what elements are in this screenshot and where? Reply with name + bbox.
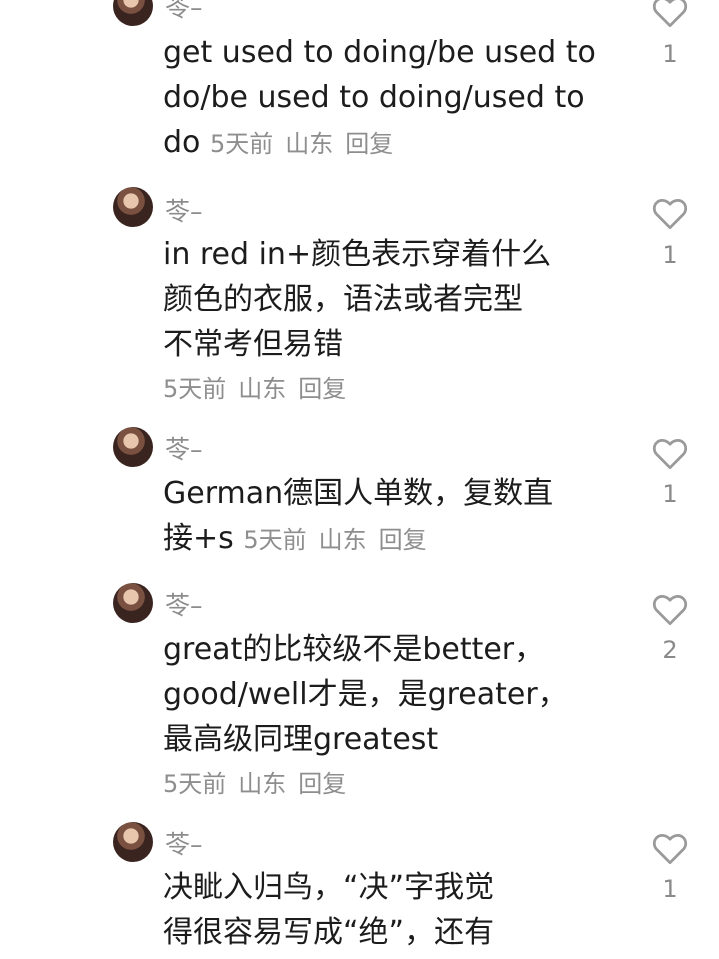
username[interactable]: 苓– xyxy=(165,430,203,466)
heart-outline-icon[interactable] xyxy=(651,196,689,230)
comment-line: get used to doing/be used to xyxy=(163,35,596,70)
comment-time: 5天前 xyxy=(243,526,307,554)
comment-line: 不常考但易错 xyxy=(163,327,343,362)
username[interactable]: 苓– xyxy=(165,825,203,861)
heart-outline-icon[interactable] xyxy=(651,831,689,865)
like-count: 1 xyxy=(662,480,678,508)
like-count: 1 xyxy=(662,875,678,903)
reply-button[interactable]: 回复 xyxy=(298,770,346,798)
comment-location: 山东 xyxy=(318,526,367,554)
comment-line: great的比较级不是better， xyxy=(163,632,545,667)
username[interactable]: 苓– xyxy=(165,0,203,24)
like-count: 2 xyxy=(662,636,678,664)
comment-meta: 5天前 山东 回复 xyxy=(163,367,608,412)
comment-location: 山东 xyxy=(238,375,287,403)
heart-outline-icon[interactable] xyxy=(651,436,689,470)
username[interactable]: 苓– xyxy=(165,192,203,228)
comment-meta: 5天前 山东 回复 xyxy=(163,762,608,807)
comment-line: 得很容易写成“绝”，还有 xyxy=(163,915,495,950)
comment-text: German德国人单数，复数直 接+s 5天前 山东 回复 xyxy=(163,471,608,563)
heart-outline-icon[interactable] xyxy=(651,592,689,626)
comment-meta: 5天前 山东 回复 xyxy=(210,130,405,158)
comment-line: German德国人单数，复数直 xyxy=(163,476,554,511)
comment-meta: 5天前 山东 回复 xyxy=(243,526,438,554)
comment-text: 决眦入归鸟，“决”字我觉 得很容易写成“绝”，还有 xyxy=(163,865,608,955)
comment-line: 决眦入归鸟，“决”字我觉 xyxy=(163,870,495,905)
comment-line: do 5天前 山东 回复 xyxy=(163,120,608,167)
comment-line: in red in+颜色表示穿着什么 xyxy=(163,237,552,272)
avatar[interactable] xyxy=(113,583,153,623)
avatar[interactable] xyxy=(113,0,153,26)
avatar[interactable] xyxy=(113,187,153,227)
comment-line: 接+s 5天前 山东 回复 xyxy=(163,516,608,563)
comment-time: 5天前 xyxy=(209,130,274,158)
like-count: 1 xyxy=(662,241,678,269)
reply-button[interactable]: 回复 xyxy=(298,375,346,403)
comment-line: good/well才是，是greater， xyxy=(163,677,568,712)
comment-line: 最高级同理greatest xyxy=(163,722,439,757)
comment-text: great的比较级不是better， good/well才是，是greater，… xyxy=(163,627,608,807)
comment-line: 颜色的衣服，语法或者完型 xyxy=(163,282,523,317)
comment-location: 山东 xyxy=(285,130,334,158)
heart-outline-icon[interactable] xyxy=(651,0,689,28)
reply-button[interactable]: 回复 xyxy=(345,130,393,158)
username[interactable]: 苓– xyxy=(165,586,203,622)
comment-time: 5天前 xyxy=(163,770,227,798)
reply-button[interactable]: 回复 xyxy=(379,526,427,554)
avatar[interactable] xyxy=(113,822,153,862)
comment-text: get used to doing/be used to do/be used … xyxy=(163,30,608,167)
comment-line: do/be used to doing/used to xyxy=(163,80,585,115)
like-count: 1 xyxy=(662,40,678,68)
comment-text: in red in+颜色表示穿着什么 颜色的衣服，语法或者完型 不常考但易错 5… xyxy=(163,232,608,412)
avatar[interactable] xyxy=(113,427,153,467)
comment-time: 5天前 xyxy=(163,375,227,403)
comment-location: 山东 xyxy=(238,770,287,798)
